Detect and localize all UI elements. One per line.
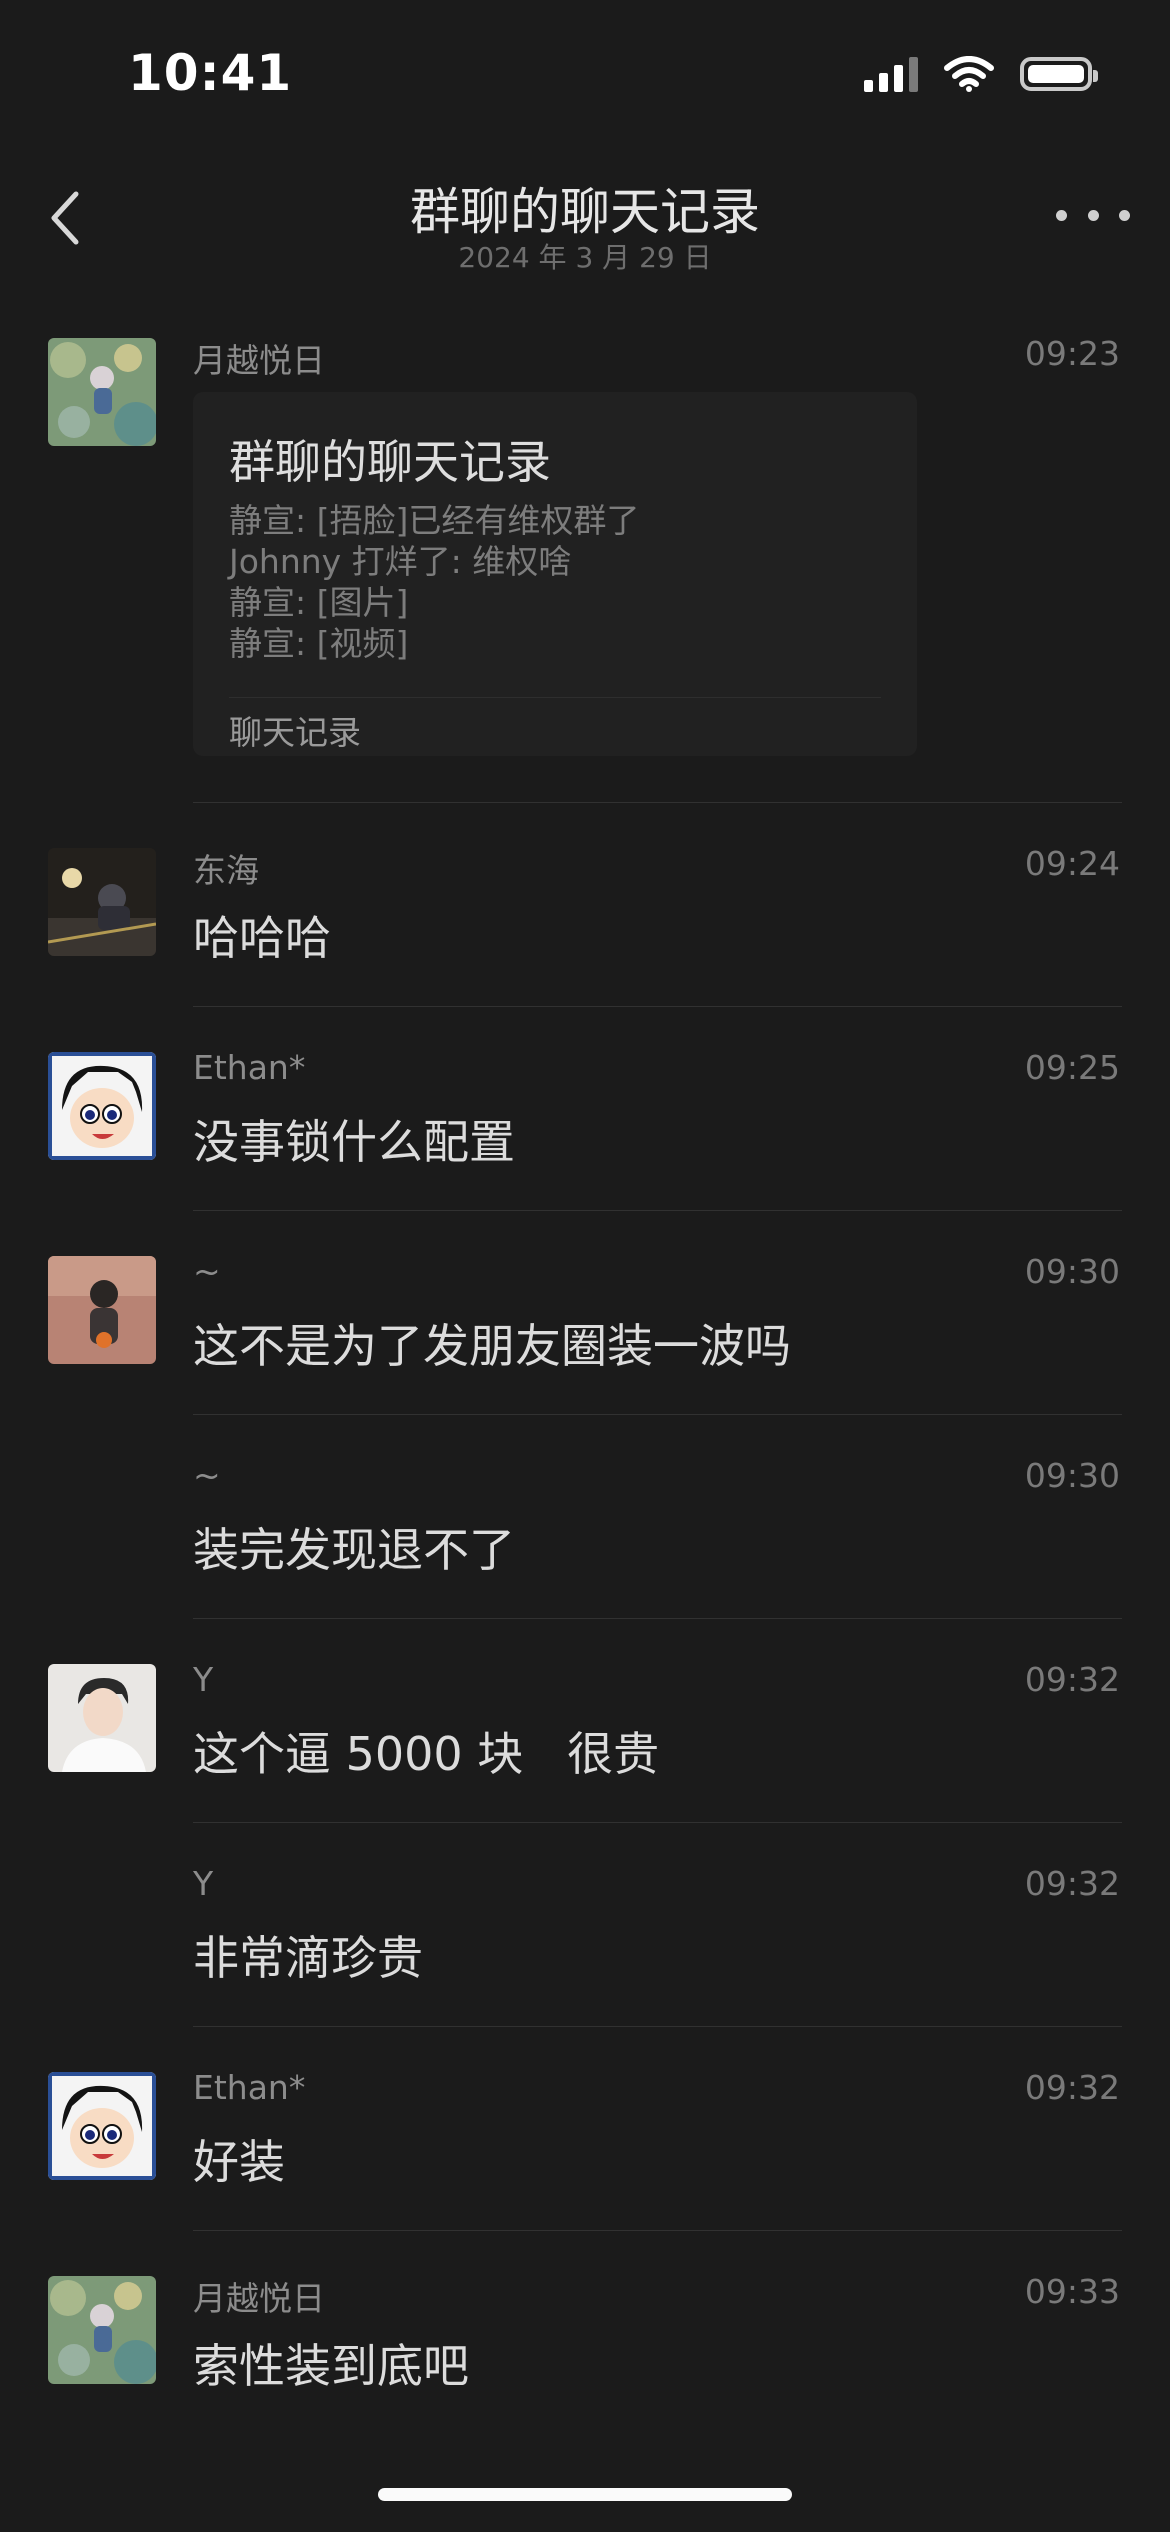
divider — [193, 1414, 1122, 1415]
sender-name: ~ — [193, 1456, 221, 1495]
avatar[interactable] — [48, 1052, 156, 1160]
avatar[interactable] — [48, 2072, 156, 2180]
avatar[interactable] — [48, 2276, 156, 2384]
card-divider — [229, 697, 881, 698]
message-time: 09:32 — [1024, 1864, 1120, 1903]
divider — [193, 2230, 1122, 2231]
home-indicator[interactable] — [378, 2488, 792, 2501]
message-text[interactable]: 索性装到底吧 — [193, 2330, 469, 2396]
avatar[interactable] — [48, 1664, 156, 1772]
divider — [193, 802, 1122, 803]
message-text[interactable]: 这不是为了发朋友圈装一波吗 — [193, 1310, 791, 1376]
message-time: 09:30 — [1024, 1456, 1120, 1495]
message-time: 09:23 — [1024, 334, 1120, 373]
avatar[interactable] — [48, 1256, 156, 1364]
message-time: 09:32 — [1024, 1660, 1120, 1699]
message-text[interactable]: 好装 — [193, 2126, 285, 2192]
message-text[interactable]: 哈哈哈 — [193, 902, 331, 968]
divider — [193, 2026, 1122, 2027]
chat-record-card[interactable]: 群聊的聊天记录 静宣: [捂脸]已经有维权群了 Johnny 打烊了: 维权啥 … — [193, 392, 917, 756]
more-button[interactable] — [1056, 190, 1130, 240]
message-text[interactable]: 装完发现退不了 — [193, 1514, 515, 1580]
message-text[interactable]: 非常滴珍贵 — [193, 1922, 423, 1988]
status-time: 10:41 — [128, 44, 293, 102]
divider — [193, 1210, 1122, 1211]
wifi-icon — [944, 56, 994, 92]
message-time: 09:24 — [1024, 844, 1120, 883]
message-time: 09:32 — [1024, 2068, 1120, 2107]
battery-icon — [1020, 57, 1098, 91]
avatar[interactable] — [48, 848, 156, 956]
sender-name: Ethan* — [193, 1048, 306, 1087]
cellular-signal-icon — [864, 56, 918, 92]
sender-name: Y — [193, 1864, 214, 1903]
divider — [193, 1006, 1122, 1007]
page-title: 群聊的聊天记录 — [410, 183, 760, 241]
avatar[interactable] — [48, 338, 156, 446]
nav-bar: 群聊的聊天记录 2024 年 3 月 29 日 — [0, 160, 1170, 280]
divider — [193, 1618, 1122, 1619]
card-line: 静宣: [视频] — [229, 624, 409, 663]
sender-name: 东海 — [193, 851, 259, 890]
message-text[interactable]: 没事锁什么配置 — [193, 1106, 515, 1172]
card-title: 群聊的聊天记录 — [229, 435, 551, 489]
message-time: 09:33 — [1024, 2272, 1120, 2311]
more-dots-icon — [1056, 209, 1067, 221]
message-text[interactable]: 这个逼 5000 块 很贵 — [193, 1718, 659, 1784]
sender-name: 月越悦日 — [193, 2279, 325, 2318]
sender-name: ~ — [193, 1252, 221, 1291]
sender-name: 月越悦日 — [193, 341, 325, 380]
message-time: 09:30 — [1024, 1252, 1120, 1291]
sender-name: Ethan* — [193, 2068, 306, 2107]
page-date: 2024 年 3 月 29 日 — [458, 241, 712, 274]
card-footer: 聊天记录 — [229, 713, 361, 752]
message-time: 09:25 — [1024, 1048, 1120, 1087]
status-bar: 10:41 — [0, 0, 1170, 150]
sender-name: Y — [193, 1660, 214, 1699]
divider — [193, 1822, 1122, 1823]
status-icons — [864, 56, 1098, 92]
